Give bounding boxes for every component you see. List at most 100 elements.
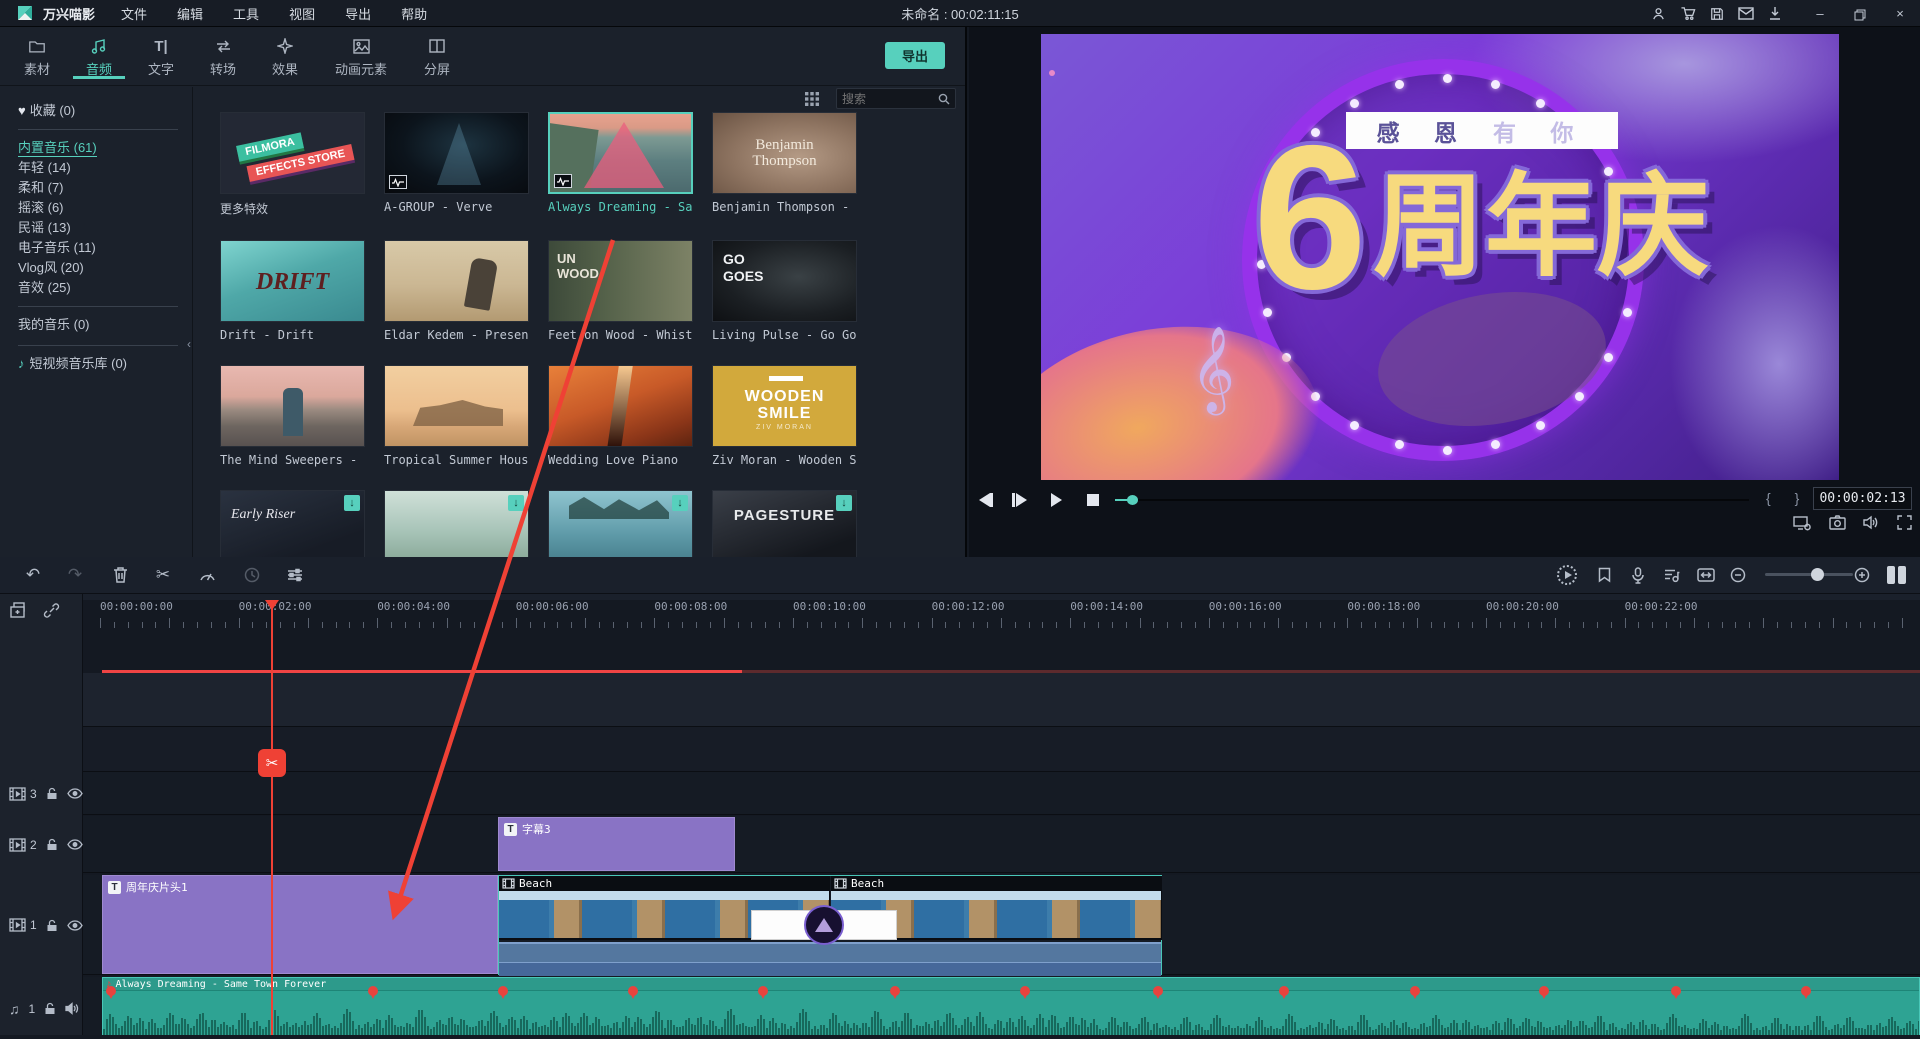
collapse-sidebar-chevron[interactable]: ‹ bbox=[187, 337, 191, 351]
library-thumbnail[interactable]: UN WOOD bbox=[548, 240, 693, 322]
library-item-13[interactable]: ↓ bbox=[384, 490, 529, 557]
voiceover-mic-icon[interactable] bbox=[1626, 563, 1650, 587]
track-header-video2[interactable]: 2 bbox=[0, 816, 83, 873]
beat-marker[interactable] bbox=[1671, 986, 1681, 996]
mark-in-out[interactable]: { } bbox=[1766, 490, 1809, 506]
sidebar-item-group-0[interactable]: 内置音乐 (61) bbox=[0, 138, 192, 158]
menu-edit[interactable]: 编辑 bbox=[177, 4, 203, 23]
render-preview-icon[interactable] bbox=[1555, 563, 1579, 587]
tab-media[interactable]: 素材 bbox=[6, 27, 68, 78]
track-video3-lane[interactable] bbox=[83, 772, 1920, 815]
library-item-0[interactable]: FILMORAEFFECTS STORE更多特效 bbox=[220, 112, 365, 217]
sidebar-item-group-3[interactable]: 摇滚 (6) bbox=[0, 198, 192, 218]
library-thumbnail[interactable]: GO GOES bbox=[712, 240, 857, 322]
mute-speaker-icon[interactable] bbox=[65, 1002, 80, 1015]
sidebar-item-group-6[interactable]: Vlog风 (20) bbox=[0, 258, 192, 278]
track-video2-lane[interactable]: T 字幕3 bbox=[83, 816, 1920, 873]
track-view-toggle-icon[interactable] bbox=[1884, 563, 1908, 587]
beat-marker[interactable] bbox=[1153, 986, 1163, 996]
tab-audio[interactable]: 音频 bbox=[68, 27, 130, 78]
library-thumbnail[interactable]: WOODEN SMILEZIV MORAN bbox=[712, 365, 857, 447]
beat-marker[interactable] bbox=[498, 986, 508, 996]
library-item-9[interactable]: Tropical Summer House bbox=[384, 365, 529, 467]
play-button[interactable] bbox=[1012, 491, 1027, 509]
track-video1-lane[interactable]: T 周年庆片头1 Beach B bbox=[83, 875, 1920, 975]
delete-icon[interactable] bbox=[108, 563, 132, 587]
seek-knob[interactable] bbox=[1127, 495, 1138, 505]
zoom-in-icon[interactable] bbox=[1850, 563, 1874, 587]
restore-button[interactable] bbox=[1840, 6, 1880, 21]
library-item-3[interactable]: BenjaminThompsonBenjamin Thompson - Lu bbox=[712, 112, 857, 217]
save-icon[interactable] bbox=[1710, 7, 1724, 21]
library-item-5[interactable]: Eldar Kedem - Present bbox=[384, 240, 529, 342]
timeline-ruler[interactable]: 00:00:00:0000:00:02:0000:00:04:0000:00:0… bbox=[83, 600, 1920, 630]
library-thumbnail[interactable]: ↓ bbox=[548, 490, 693, 557]
undo-icon[interactable]: ↶ bbox=[21, 563, 45, 587]
library-item-6[interactable]: UN WOODFeet on Wood - Whistli bbox=[548, 240, 693, 342]
lock-icon[interactable] bbox=[46, 838, 58, 851]
marker-icon[interactable] bbox=[1592, 563, 1616, 587]
sidebar-item-group-2[interactable]: 柔和 (7) bbox=[0, 178, 192, 198]
beat-marker[interactable] bbox=[1539, 986, 1549, 996]
lock-icon[interactable] bbox=[46, 919, 58, 932]
beat-marker[interactable] bbox=[1279, 986, 1289, 996]
library-item-2[interactable]: Always Dreaming - Same bbox=[548, 112, 693, 217]
minimize-button[interactable]: – bbox=[1800, 6, 1840, 21]
next-frame-button[interactable] bbox=[1051, 491, 1062, 509]
beat-marker[interactable] bbox=[1020, 986, 1030, 996]
cut-scissors-cursor[interactable]: ✂ bbox=[258, 749, 286, 777]
speed-icon[interactable] bbox=[195, 563, 219, 587]
library-thumbnail[interactable]: BenjaminThompson bbox=[712, 112, 857, 194]
sidebar-item-group-4[interactable]: 民谣 (13) bbox=[0, 218, 192, 238]
beat-marker[interactable] bbox=[1410, 986, 1420, 996]
library-item-10[interactable]: Wedding Love Piano bbox=[548, 365, 693, 467]
library-item-8[interactable]: The Mind Sweepers - Ra bbox=[220, 365, 365, 467]
fit-timeline-icon[interactable] bbox=[1694, 563, 1718, 587]
library-thumbnail[interactable]: ↓ bbox=[384, 490, 529, 557]
sidebar-item-my-music[interactable]: 我的音乐 (0) bbox=[0, 315, 192, 335]
duration-clock-icon[interactable] bbox=[240, 563, 264, 587]
account-icon[interactable] bbox=[1651, 6, 1666, 21]
beach-clip-group[interactable]: Beach Beach bbox=[498, 875, 1162, 975]
tab-elements[interactable]: 动画元素 bbox=[316, 27, 406, 78]
sidebar-item-group-5[interactable]: 电子音乐 (11) bbox=[0, 238, 192, 258]
beat-marker[interactable] bbox=[368, 986, 378, 996]
sidebar-item-group-1[interactable]: 年轻 (14) bbox=[0, 158, 192, 178]
library-item-12[interactable]: Early Riser↓ bbox=[220, 490, 365, 557]
tab-text[interactable]: T| 文字 bbox=[130, 27, 192, 78]
speaker-icon[interactable] bbox=[1863, 515, 1880, 532]
library-thumbnail[interactable]: DRIFT bbox=[220, 240, 365, 322]
previous-frame-button[interactable] bbox=[979, 491, 993, 509]
beat-marker[interactable] bbox=[758, 986, 768, 996]
clip-music-always-dreaming[interactable]: ♪ Always Dreaming - Same Town Forever bbox=[102, 977, 1920, 1035]
add-track-icon[interactable] bbox=[10, 602, 29, 619]
library-thumbnail[interactable]: PAGESTURE↓ bbox=[712, 490, 857, 557]
seek-bar[interactable] bbox=[1115, 499, 1749, 501]
library-thumbnail[interactable] bbox=[220, 365, 365, 447]
timeline-zoom-handle[interactable] bbox=[1811, 568, 1824, 581]
timeline-zoom-slider[interactable] bbox=[1765, 573, 1853, 576]
download-badge-icon[interactable]: ↓ bbox=[344, 495, 360, 511]
playhead-handle[interactable] bbox=[265, 600, 279, 610]
menu-file[interactable]: 文件 bbox=[121, 4, 147, 23]
redo-icon[interactable]: ↷ bbox=[63, 563, 87, 587]
library-item-14[interactable]: ↓ bbox=[548, 490, 693, 557]
tab-effects[interactable]: 效果 bbox=[254, 27, 316, 78]
fullscreen-icon[interactable] bbox=[1897, 515, 1912, 532]
beat-marker[interactable] bbox=[628, 986, 638, 996]
audio-mixer-icon[interactable] bbox=[1660, 563, 1684, 587]
mail-icon[interactable] bbox=[1738, 7, 1754, 20]
download-badge-icon[interactable]: ↓ bbox=[672, 495, 688, 511]
track-header-video3[interactable]: 3 bbox=[0, 772, 83, 815]
library-item-7[interactable]: GO GOESLiving Pulse - Go Goes bbox=[712, 240, 857, 342]
clip-anniversary-intro[interactable]: T 周年庆片头1 bbox=[102, 875, 498, 974]
store-cart-icon[interactable] bbox=[1680, 6, 1696, 21]
beat-marker[interactable] bbox=[890, 986, 900, 996]
menu-help[interactable]: 帮助 bbox=[401, 4, 427, 23]
download-badge-icon[interactable]: ↓ bbox=[836, 495, 852, 511]
menu-tools[interactable]: 工具 bbox=[233, 4, 259, 23]
download-update-icon[interactable] bbox=[1768, 6, 1782, 21]
close-button[interactable]: × bbox=[1880, 6, 1920, 21]
library-thumbnail[interactable] bbox=[384, 365, 529, 447]
stop-button[interactable] bbox=[1087, 491, 1099, 509]
